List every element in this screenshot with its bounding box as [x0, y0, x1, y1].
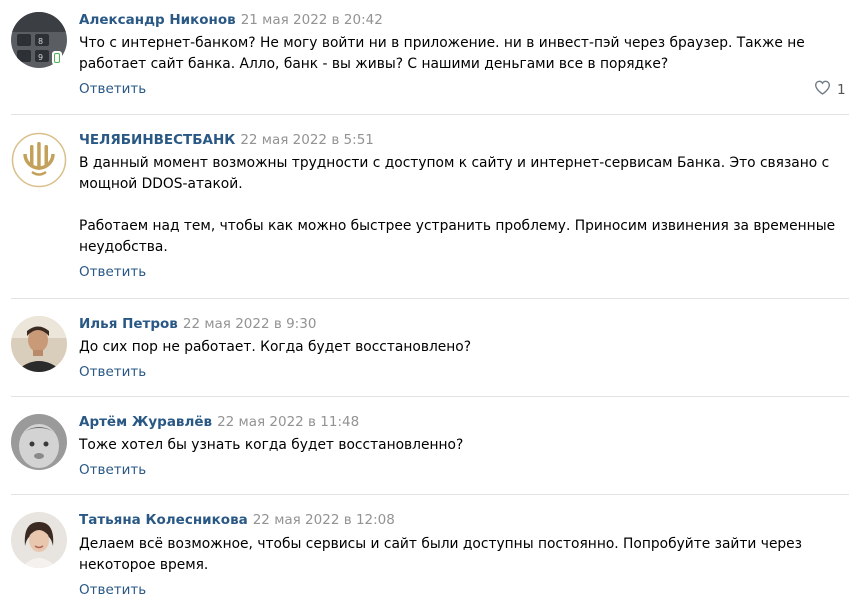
comment-text: До сих пор не работает. Когда будет восс…: [79, 339, 472, 355]
reply-button[interactable]: Ответить: [79, 462, 146, 478]
mobile-online-icon: [52, 51, 62, 65]
comment-date[interactable]: 22 мая 2022 в 9:30: [183, 316, 317, 332]
comment-text: В данный момент возможны трудности с дос…: [79, 155, 830, 192]
comment-item: Татьяна Колесникова 22 мая 2022 в 12:08 Д…: [0, 494, 868, 600]
author-name[interactable]: Татьяна Колесникова: [79, 512, 248, 528]
comment-header: Александр Никонов 21 мая 2022 в 20:42: [79, 12, 383, 28]
comment-text: Делаем всё возможное, чтобы сервисы и са…: [79, 536, 803, 573]
comment-date[interactable]: 22 мая 2022 в 11:48: [217, 414, 359, 430]
avatar[interactable]: [11, 414, 67, 470]
avatar[interactable]: [11, 512, 67, 568]
reply-button[interactable]: Ответить: [79, 582, 146, 598]
author-name[interactable]: Артём Журавлёв: [79, 414, 212, 430]
reply-button[interactable]: Ответить: [79, 264, 146, 280]
like-count: 1: [837, 81, 846, 98]
like-button[interactable]: 1: [814, 80, 846, 99]
comment-text: Что с интернет-банком? Не могу войти ни …: [79, 35, 805, 72]
comment-date[interactable]: 21 мая 2022 в 20:42: [241, 12, 383, 28]
comment-header: Артём Журавлёв 22 мая 2022 в 11:48: [79, 414, 359, 430]
author-name[interactable]: Александр Никонов: [79, 12, 236, 28]
avatar[interactable]: [11, 132, 67, 188]
comment-header: Илья Петров 22 мая 2022 в 9:30: [79, 316, 316, 332]
comment-header: ЧЕЛЯБИНВЕСТБАНК 22 мая 2022 в 5:51: [79, 132, 374, 148]
author-name[interactable]: Илья Петров: [79, 316, 178, 332]
reply-button[interactable]: Ответить: [79, 364, 146, 380]
comment-item: 8 9 Александр Никонов 21 мая 2022 в 20:42…: [0, 0, 868, 114]
heart-outline-icon: [814, 80, 831, 99]
comment-text: Тоже хотел бы узнать когда будет восстан…: [79, 437, 464, 453]
comment-item: Артём Журавлёв 22 мая 2022 в 11:48 Тоже х…: [0, 396, 868, 494]
author-name[interactable]: ЧЕЛЯБИНВЕСТБАНК: [79, 132, 235, 148]
reply-button[interactable]: Ответить: [79, 81, 146, 97]
comment-header: Татьяна Колесникова 22 мая 2022 в 12:08: [79, 512, 395, 528]
svg-text:8: 8: [38, 37, 43, 46]
comment-date[interactable]: 22 мая 2022 в 5:51: [240, 132, 374, 148]
comment-item: ЧЕЛЯБИНВЕСТБАНК 22 мая 2022 в 5:51 В данн…: [0, 114, 868, 298]
comment-text: Работаем над тем, чтобы как можно быстре…: [79, 218, 836, 255]
svg-text:9: 9: [38, 53, 43, 62]
comment-date[interactable]: 22 мая 2022 в 12:08: [253, 512, 395, 528]
comment-item: Илья Петров 22 мая 2022 в 9:30 До сих пор…: [0, 298, 868, 396]
avatar[interactable]: [11, 316, 67, 372]
